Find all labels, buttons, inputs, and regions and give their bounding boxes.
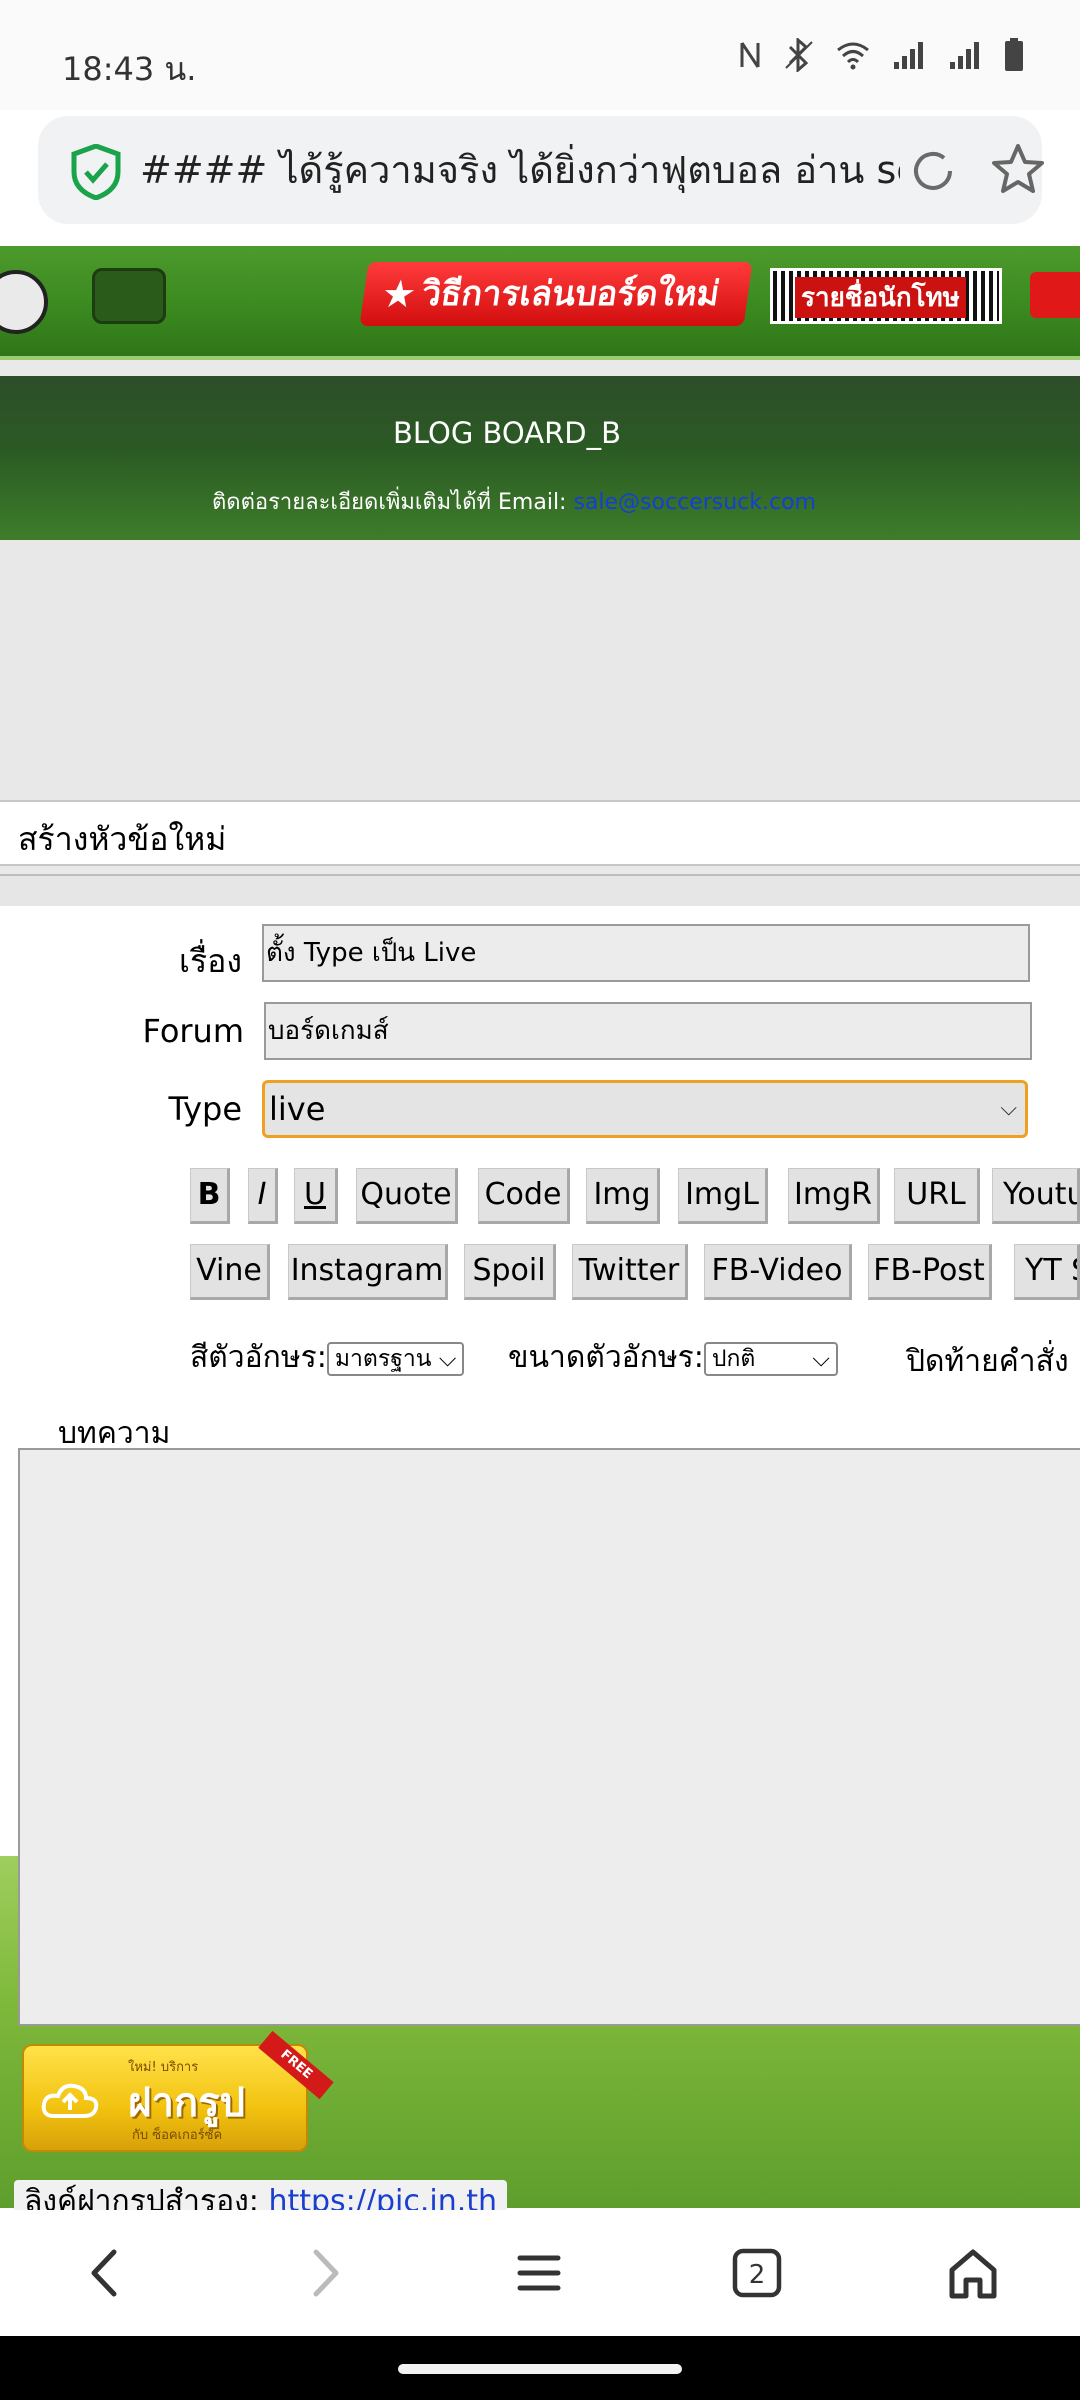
soccer-ball-icon[interactable] xyxy=(0,270,48,334)
wifi-icon xyxy=(836,40,870,81)
upload-banner-bottom-text: กับ ซ็อคเกอร์ซัค xyxy=(132,2128,223,2143)
body-textarea[interactable] xyxy=(18,1448,1080,2026)
type-select[interactable]: live ⌵ xyxy=(262,1080,1028,1138)
font-color-value: มาตรฐาน xyxy=(334,1345,432,1372)
forum-label: Forum xyxy=(142,1012,244,1050)
image-upload-banner[interactable]: ใหม่! บริการ ฝากรูป กับ ซ็อคเกอร์ซัค FRE… xyxy=(22,2030,334,2152)
underline-button[interactable]: U xyxy=(294,1168,338,1224)
font-color-option: สีตัวอักษร: มาตรฐาน ⌵ xyxy=(190,1334,465,1381)
type-label: Type xyxy=(168,1090,243,1128)
shield-icon[interactable] xyxy=(70,143,122,201)
status-icons xyxy=(738,36,1024,83)
status-time: 18:43 น. xyxy=(62,50,197,88)
instagram-button[interactable]: Instagram xyxy=(288,1244,448,1300)
url-button[interactable]: URL xyxy=(894,1168,980,1224)
img-button[interactable]: Img xyxy=(586,1168,660,1224)
battery-icon xyxy=(1004,38,1024,83)
twitter-button[interactable]: Twitter xyxy=(572,1244,688,1300)
close-tags-link[interactable]: ปิดท้ายคำสั่ง xyxy=(906,1338,1069,1385)
top-banner: ★ วิธีการเล่นบอร์ดใหม่ รายชื่อนักโทษ xyxy=(0,246,1080,360)
back-icon[interactable] xyxy=(72,2238,142,2308)
fb-post-button[interactable]: FB-Post xyxy=(868,1244,992,1300)
signal-icon xyxy=(948,40,982,81)
bookmark-star-icon[interactable] xyxy=(990,142,1046,198)
contact-email-link[interactable]: sale@soccersuck.com xyxy=(573,490,816,515)
youtube-button[interactable]: Youtu xyxy=(992,1168,1080,1224)
home-icon[interactable] xyxy=(938,2238,1008,2308)
banned-list-banner-button[interactable]: รายชื่อนักโทษ xyxy=(770,268,1002,324)
quote-button[interactable]: Quote xyxy=(356,1168,458,1224)
spoil-button[interactable]: Spoil xyxy=(464,1244,556,1300)
italic-button[interactable]: I xyxy=(248,1168,278,1224)
bold-button[interactable]: B xyxy=(190,1168,230,1224)
reload-icon[interactable] xyxy=(906,144,960,198)
imgr-button[interactable]: ImgR xyxy=(788,1168,880,1224)
forum-field[interactable]: บอร์ดเกมส์ xyxy=(264,1002,1032,1060)
yt-shorts-button[interactable]: YT S xyxy=(1014,1244,1080,1300)
alt-upload-line: ลิงค์ฝากรูปสำรอง: https://pic.in.th xyxy=(14,2180,508,2214)
page-title-in-address-bar[interactable]: #### ได้รู้ความจริง ได้ยิ่งกว่าฟุตบอล อ่… xyxy=(140,142,900,198)
imgl-button[interactable]: ImgL xyxy=(678,1168,768,1224)
signal-icon xyxy=(892,40,926,81)
how-to-play-banner-button[interactable]: ★ วิธีการเล่นบอร์ดใหม่ xyxy=(359,262,753,326)
tab-count: 2 xyxy=(749,2260,766,2290)
browser-bottom-nav: 2 xyxy=(0,2210,1080,2336)
font-color-label: สีตัวอักษร: xyxy=(190,1340,327,1375)
chevron-down-icon: ⌵ xyxy=(812,1345,830,1372)
subject-label: เรื่อง xyxy=(179,942,242,980)
gesture-bar xyxy=(0,2336,1080,2400)
blog-header: BLOG BOARD_B ติดต่อรายละเอียดเพิ่มเติมได… xyxy=(0,376,1080,540)
banner-edge-button[interactable] xyxy=(1030,272,1080,318)
subject-input[interactable]: ตั้ง Type เป็น Live xyxy=(262,924,1030,982)
code-button[interactable]: Code xyxy=(478,1168,570,1224)
font-color-select[interactable]: มาตรฐาน ⌵ xyxy=(326,1341,465,1376)
type-select-value: live xyxy=(269,1090,326,1128)
fb-video-button[interactable]: FB-Video xyxy=(704,1244,852,1300)
how-to-play-label: วิธีการเล่นบอร์ดใหม่ xyxy=(419,274,723,314)
chat-icon[interactable] xyxy=(92,268,166,324)
forward-icon[interactable] xyxy=(288,2238,358,2308)
font-size-label: ขนาดตัวอักษร: xyxy=(508,1340,704,1375)
tabs-icon[interactable]: 2 xyxy=(722,2238,792,2308)
nfc-icon xyxy=(738,39,762,82)
font-size-option: ขนาดตัวอักษร: ปกติ ⌵ xyxy=(508,1334,838,1381)
status-bar: 18:43 น. xyxy=(0,0,1080,110)
cloud-upload-icon xyxy=(40,2080,100,2120)
font-size-value: ปกติ xyxy=(711,1345,756,1372)
contact-line: ติดต่อรายละเอียดเพิ่มเติมได้ที่ Email: s… xyxy=(212,484,816,519)
contact-text: ติดต่อรายละเอียดเพิ่มเติมได้ที่ Email: xyxy=(212,490,574,515)
new-topic-header: สร้างหัวข้อใหม่ xyxy=(0,800,1080,866)
bluetooth-icon xyxy=(784,36,814,83)
font-size-select[interactable]: ปกติ ⌵ xyxy=(703,1341,838,1376)
chevron-down-icon: ⌵ xyxy=(1000,1096,1017,1121)
chevron-down-icon: ⌵ xyxy=(438,1345,457,1372)
vine-button[interactable]: Vine xyxy=(190,1244,270,1300)
star-icon: ★ xyxy=(378,272,420,316)
blog-title: BLOG BOARD_B xyxy=(393,416,621,450)
ad-area xyxy=(0,540,1080,1046)
new-topic-label: สร้างหัวข้อใหม่ xyxy=(18,820,227,858)
home-gesture-pill[interactable] xyxy=(398,2364,682,2374)
address-bar[interactable]: #### ได้รู้ความจริง ได้ยิ่งกว่าฟุตบอล อ่… xyxy=(38,116,1044,224)
menu-icon[interactable] xyxy=(504,2238,574,2308)
banned-list-label: รายชื่อนักโทษ xyxy=(795,277,966,318)
